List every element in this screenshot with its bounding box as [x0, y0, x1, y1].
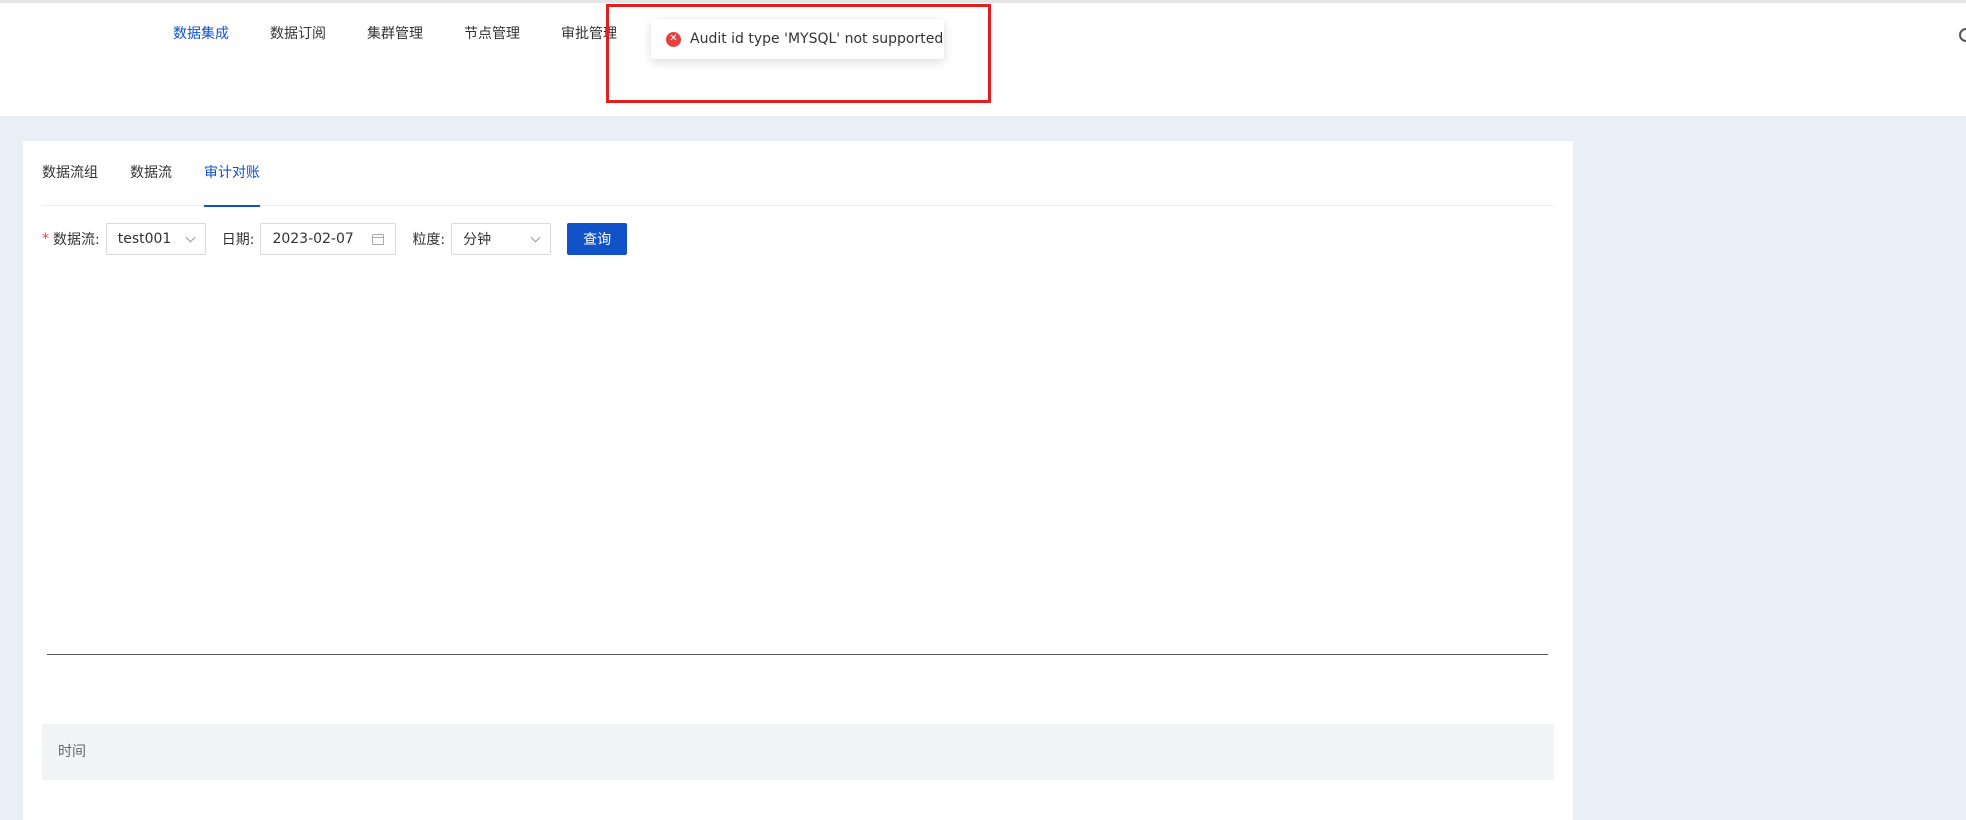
chevron-down-icon	[185, 232, 196, 242]
tab-bar: 数据流组 数据流 审计对账	[42, 141, 1554, 207]
granularity-select-value: 分钟	[463, 232, 492, 248]
query-button[interactable]: 查询	[567, 223, 628, 255]
nav-item-cluster-management[interactable]: 集群管理	[367, 3, 423, 67]
tab-data-stream-group[interactable]: 数据流组	[42, 141, 98, 206]
date-picker[interactable]: 2023-02-07	[260, 223, 397, 255]
chart-x-axis	[47, 654, 1548, 655]
calendar-icon	[372, 233, 385, 245]
table-header: 时间	[42, 724, 1554, 780]
chevron-down-icon	[530, 232, 541, 242]
tab-audit-reconciliation[interactable]: 审计对账	[204, 141, 260, 207]
stream-select[interactable]: test001	[105, 223, 206, 255]
nav-item-data-subscription[interactable]: 数据订阅	[270, 3, 326, 67]
required-marker: *	[42, 231, 49, 247]
granularity-label: 粒度:	[412, 232, 446, 248]
query-form: * 数据流: test001 日期: 2023-02-07 粒度: 分钟 查询	[42, 223, 628, 255]
stream-label: 数据流:	[53, 232, 100, 248]
content-card: 数据流组 数据流 审计对账 * 数据流: test001 日期: 2023-02…	[23, 141, 1573, 820]
nav-item-data-integration[interactable]: 数据集成	[173, 3, 229, 69]
date-label: 日期:	[221, 232, 255, 248]
table-column-time: 时间	[58, 744, 86, 760]
annotation-highlight-box	[606, 4, 991, 103]
granularity-select[interactable]: 分钟	[451, 223, 552, 255]
stream-select-value: test001	[117, 231, 172, 247]
nav-item-node-management[interactable]: 节点管理	[464, 3, 520, 67]
date-picker-value: 2023-02-07	[272, 231, 354, 247]
user-menu-icon[interactable]	[1959, 28, 1966, 42]
tab-data-stream[interactable]: 数据流	[130, 141, 172, 206]
main-nav: 数据集成 数据订阅 集群管理 节点管理 审批管理	[173, 3, 658, 69]
